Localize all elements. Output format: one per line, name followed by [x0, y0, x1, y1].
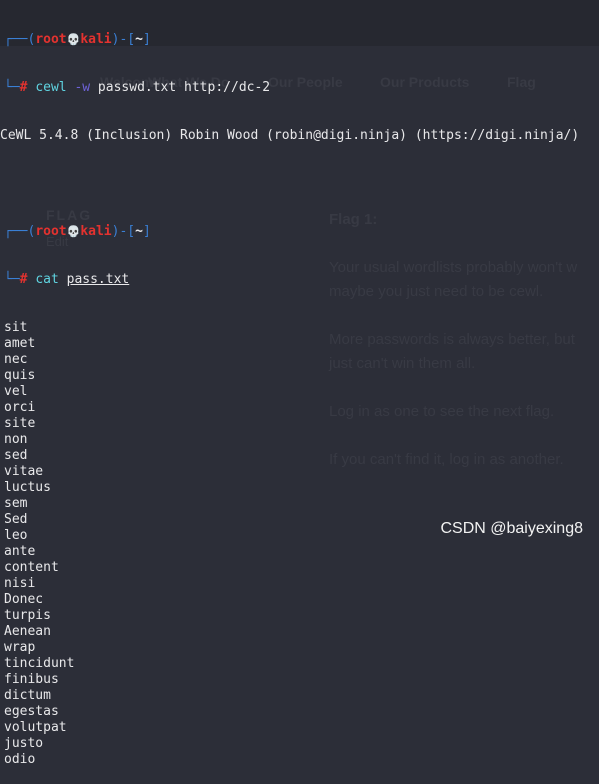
- word-line: justo: [4, 736, 44, 751]
- word-line: vel: [4, 384, 28, 399]
- word-line: odio: [4, 752, 36, 767]
- word-line: Donec: [4, 592, 44, 607]
- skull-icon: 💀: [66, 33, 81, 46]
- word-line: site: [4, 416, 36, 431]
- word-line: content: [4, 560, 59, 575]
- prompt-line-1: ┌──(root💀kali)-[~]: [4, 32, 151, 47]
- word-line: volutpat: [4, 720, 67, 735]
- word-line: Aenean: [4, 624, 51, 639]
- word-line: tincidunt: [4, 656, 75, 671]
- word-line: ante: [4, 544, 36, 559]
- prompt-line-2: ┌──(root💀kali)-[~]: [4, 224, 151, 239]
- cewl-output: CeWL 5.4.8 (Inclusion) Robin Wood (robin…: [0, 128, 580, 143]
- command-line-2: └─# cat pass.txt: [4, 272, 130, 287]
- word-line: quis: [4, 368, 36, 383]
- command-line-1: └─# cewl -w passwd.txt http://dc-2: [4, 80, 271, 95]
- word-line: dictum: [4, 688, 51, 703]
- word-line: sit: [4, 320, 28, 335]
- word-line: amet: [4, 336, 36, 351]
- word-line: sem: [4, 496, 28, 511]
- watermark: CSDN @baiyexing8: [440, 520, 583, 537]
- word-list: sit amet nec quis vel orci site non sed vitae luct…: [4, 320, 579, 768]
- word-line: finibus: [4, 672, 59, 687]
- terminal-output[interactable]: ┌──(root💀kali)-[~] └─# cewl -w passwd.tx…: [0, 0, 579, 784]
- word-line: egestas: [4, 704, 59, 719]
- word-line: wrap: [4, 640, 36, 655]
- word-line: nec: [4, 352, 28, 367]
- word-line: non: [4, 432, 28, 447]
- word-line: luctus: [4, 480, 51, 495]
- skull-icon: 💀: [66, 225, 81, 238]
- word-line: nisi: [4, 576, 36, 591]
- word-line: turpis: [4, 608, 51, 623]
- word-line: orci: [4, 400, 36, 415]
- word-line: vitae: [4, 464, 44, 479]
- word-line: sed: [4, 448, 28, 463]
